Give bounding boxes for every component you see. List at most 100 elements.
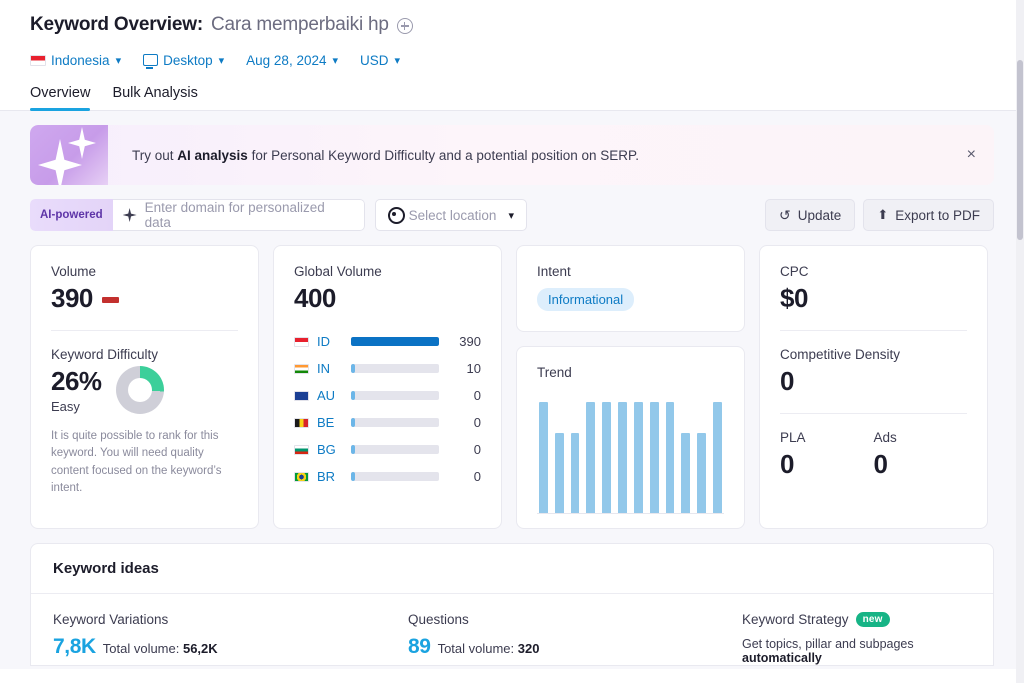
trend-bar: [570, 433, 580, 513]
volume-number: 0: [473, 388, 481, 403]
keyword-difficulty-value: 26%: [51, 366, 102, 396]
country-code[interactable]: AU: [317, 388, 351, 403]
cpc-value: $0: [780, 283, 808, 313]
trend-bar: [681, 433, 691, 513]
close-icon[interactable]: ×: [967, 147, 976, 163]
currency-filter[interactable]: USD ▾: [360, 53, 400, 68]
flag-id-icon: [294, 336, 309, 347]
keyword-difficulty-donut-chart: [115, 366, 164, 414]
keyword-text: Cara memperbaiki hp: [210, 14, 389, 35]
country-code[interactable]: BE: [317, 415, 351, 430]
divider: [780, 413, 967, 414]
tab-overview[interactable]: Overview: [30, 85, 91, 111]
volume-kd-card: Volume 390 Keyword Difficulty 26% Easy I…: [30, 245, 259, 529]
map-pin-icon: [387, 207, 405, 224]
global-volume-value: 400: [294, 283, 336, 313]
sparkle-icon: [122, 208, 137, 222]
tab-bar: Overview Bulk Analysis: [0, 71, 1024, 111]
intent-badge: Informational: [537, 288, 635, 311]
page-title: Keyword Overview: Cara memperbaiki hp: [30, 10, 994, 40]
volume-bar: [351, 445, 439, 454]
competitive-density-label: Competitive Density: [780, 347, 901, 362]
cpc-label: CPC: [780, 264, 809, 279]
keyword-strategy-block: Keyword Strategy new Get topics, pillar …: [742, 612, 971, 665]
domain-input-group: AI-powered Enter domain for personalized…: [30, 199, 365, 231]
keyword-variations-count[interactable]: 7,8K: [53, 635, 96, 659]
ai-analysis-banner: Try out AI analysis for Personal Keyword…: [30, 125, 994, 185]
intent-label: Intent: [537, 264, 571, 279]
divider: [51, 330, 238, 331]
volume-bar: [351, 418, 439, 427]
trend-bar: [649, 402, 659, 513]
questions-total: Total volume: 320: [437, 641, 540, 656]
chevron-down-icon: ▾: [332, 54, 339, 67]
trend-bar-chart: [537, 402, 724, 514]
global-volume-card: Global Volume 400 ID 390 IN 10 AU 0 BE 0…: [273, 245, 502, 529]
chevron-down-icon: ▾: [508, 209, 514, 222]
keyword-overview-page: Keyword Overview: Cara memperbaiki hp In…: [0, 0, 1024, 683]
export-pdf-button-label: Export to PDF: [895, 207, 980, 223]
global-volume-list: ID 390 IN 10 AU 0 BE 0 BG 0 BR 0: [294, 328, 481, 490]
keyword-ideas-title: Keyword ideas: [31, 544, 993, 594]
date-filter[interactable]: Aug 28, 2024 ▾: [246, 53, 338, 68]
domain-input-placeholder: Enter domain for personalized data: [144, 200, 325, 230]
trend-label: Trend: [537, 365, 572, 380]
volume-number: 0: [473, 469, 481, 484]
trend-flat-icon: [101, 296, 119, 303]
trend-bar: [586, 402, 596, 513]
plus-circle-icon[interactable]: [396, 18, 413, 34]
scrollbar-thumb[interactable]: [1017, 60, 1023, 240]
flag-indonesia-icon: [30, 54, 46, 66]
upload-icon: ⬆: [877, 207, 889, 222]
ads-value: 0: [873, 449, 888, 479]
export-pdf-button[interactable]: ⬆ Export to PDF: [863, 199, 994, 231]
trend-bar: [618, 402, 627, 513]
competitive-density-value: 0: [780, 366, 794, 396]
country-code[interactable]: IN: [317, 361, 351, 376]
sparkle-icon: [30, 125, 108, 185]
page-header: Keyword Overview: Cara memperbaiki hp In…: [0, 0, 1024, 71]
domain-input[interactable]: Enter domain for personalized data: [112, 199, 365, 231]
page-body: Try out AI analysis for Personal Keyword…: [0, 111, 1024, 669]
country-filter[interactable]: Indonesia ▾: [30, 53, 121, 68]
list-item: IN 10: [294, 355, 481, 382]
device-filter[interactable]: Desktop ▾: [143, 53, 224, 69]
ads-label: Ads: [873, 430, 897, 445]
volume-bar: [351, 391, 439, 400]
country-code[interactable]: BR: [317, 469, 351, 484]
questions-count[interactable]: 89: [408, 635, 431, 659]
volume-number: 390: [459, 334, 481, 349]
list-item: BG 0: [294, 436, 481, 463]
banner-text-prefix: Try out: [132, 147, 178, 163]
page-title-label: Keyword Overview:: [30, 14, 203, 35]
volume-bar: [351, 337, 439, 346]
location-select-label: Select location: [408, 207, 497, 223]
volume-bar: [351, 364, 439, 373]
trend-bar: [539, 402, 548, 513]
vertical-scrollbar[interactable]: [1016, 0, 1024, 683]
country-code[interactable]: BG: [317, 442, 351, 457]
banner-text-bold: AI analysis: [177, 147, 248, 163]
toolbar: AI-powered Enter domain for personalized…: [30, 199, 994, 231]
pla-metric: PLA 0: [780, 430, 874, 480]
list-item: ID 390: [294, 328, 481, 355]
flag-in-icon: [294, 363, 309, 374]
trend-bar: [697, 433, 707, 513]
trend-bar: [633, 402, 643, 513]
pla-label: PLA: [780, 430, 806, 445]
country-code[interactable]: ID: [317, 334, 351, 349]
update-button[interactable]: ↻ Update: [765, 199, 856, 231]
sparkle-small-icon: [68, 127, 96, 159]
trend-bar: [665, 402, 675, 513]
country-filter-label: Indonesia: [51, 52, 110, 68]
metric-cards-row: Volume 390 Keyword Difficulty 26% Easy I…: [30, 245, 994, 529]
keyword-variations-label: Keyword Variations: [53, 612, 169, 627]
toolbar-actions: ↻ Update ⬆ Export to PDF: [765, 199, 994, 231]
location-select[interactable]: Select location ▾: [374, 199, 527, 231]
volume-label: Volume: [51, 264, 97, 279]
keyword-variations-block: Keyword Variations 7,8K Total volume: 56…: [53, 612, 408, 665]
questions-label: Questions: [408, 612, 469, 627]
intent-card: Intent Informational: [516, 245, 745, 332]
tab-bulk-analysis[interactable]: Bulk Analysis: [112, 85, 197, 110]
trend-bar: [602, 402, 612, 513]
